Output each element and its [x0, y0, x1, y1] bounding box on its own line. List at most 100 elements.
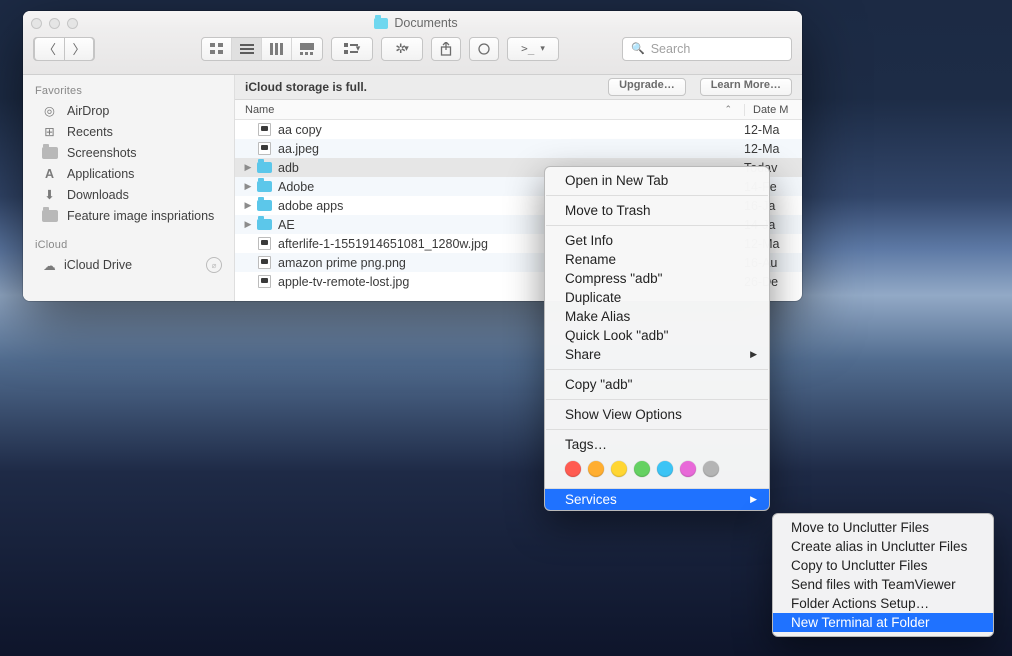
- column-headers: Name ⌃ Date M: [235, 100, 802, 120]
- menu-share[interactable]: Share: [545, 345, 769, 364]
- menu-view-options[interactable]: Show View Options: [545, 405, 769, 424]
- folder-icon: [255, 180, 273, 194]
- menu-services[interactable]: Services: [545, 489, 769, 510]
- file-icon: [255, 237, 273, 251]
- sidebar-item-downloads[interactable]: ⬇ Downloads: [23, 184, 234, 205]
- nav-buttons: 〈 〉: [33, 37, 95, 61]
- sidebar-item-airdrop[interactable]: ◎ AirDrop: [23, 100, 234, 121]
- view-columns-button[interactable]: [262, 38, 292, 60]
- folder-icon: [255, 199, 273, 213]
- view-list-button[interactable]: [232, 38, 262, 60]
- path-button[interactable]: >_▾: [507, 37, 559, 61]
- toolbar: 〈 〉 ▾ ✲▾: [23, 29, 802, 75]
- column-date[interactable]: Date M: [744, 104, 802, 116]
- zoom-icon[interactable]: [67, 18, 78, 29]
- learn-more-button[interactable]: Learn More…: [700, 78, 792, 96]
- table-row[interactable]: aa copy12-Ma: [235, 120, 802, 139]
- context-menu: Open in New Tab Move to Trash Get Info R…: [544, 166, 770, 511]
- applications-icon: A: [41, 166, 58, 181]
- menu-duplicate[interactable]: Duplicate: [545, 288, 769, 307]
- disclosure-icon[interactable]: ▶: [241, 162, 255, 173]
- sidebar: Favorites ◎ AirDrop ⊞ Recents Screenshot…: [23, 75, 235, 301]
- disclosure-icon[interactable]: ▶: [241, 200, 255, 211]
- file-icon: [255, 123, 273, 137]
- sidebar-item-label: Applications: [67, 167, 134, 181]
- forward-button[interactable]: 〉: [64, 37, 94, 61]
- services-item[interactable]: Create alias in Unclutter Files: [773, 537, 993, 556]
- file-name: aa copy: [278, 123, 744, 137]
- cloud-icon: ☁: [41, 258, 58, 273]
- sidebar-item-feature-images[interactable]: Feature image inspriations: [23, 205, 234, 226]
- file-icon: [255, 256, 273, 270]
- recents-icon: ⊞: [41, 124, 58, 139]
- tags-button[interactable]: [469, 37, 499, 61]
- column-name[interactable]: Name ⌃: [245, 104, 744, 116]
- storage-gauge-icon: ⌀: [206, 257, 222, 273]
- sidebar-item-label: Downloads: [67, 188, 129, 202]
- menu-make-alias[interactable]: Make Alias: [545, 307, 769, 326]
- close-icon[interactable]: [31, 18, 42, 29]
- search-placeholder: Search: [651, 42, 691, 56]
- disclosure-icon[interactable]: ▶: [241, 219, 255, 230]
- arrange-button[interactable]: ▾: [331, 37, 373, 61]
- sidebar-item-recents[interactable]: ⊞ Recents: [23, 121, 234, 142]
- folder-icon: [374, 18, 388, 29]
- tag-color[interactable]: [634, 461, 650, 477]
- tag-icon: [478, 43, 490, 55]
- file-icon: [255, 142, 273, 156]
- sort-asc-icon: ⌃: [724, 104, 732, 115]
- notice-text: iCloud storage is full.: [245, 80, 367, 94]
- table-row[interactable]: aa.jpeg12-Ma: [235, 139, 802, 158]
- tag-color[interactable]: [565, 461, 581, 477]
- menu-rename[interactable]: Rename: [545, 250, 769, 269]
- tag-color[interactable]: [703, 461, 719, 477]
- tag-color-row: [545, 454, 769, 488]
- file-icon: [255, 275, 273, 289]
- sidebar-section-favorites: Favorites: [23, 81, 234, 100]
- share-button[interactable]: [431, 37, 461, 61]
- menu-tags[interactable]: Tags…: [545, 435, 769, 454]
- action-button[interactable]: ✲▾: [381, 37, 423, 61]
- menu-copy[interactable]: Copy "adb": [545, 375, 769, 394]
- window-title-text: Documents: [394, 16, 457, 30]
- folder-icon: [41, 208, 58, 223]
- sidebar-item-label: Feature image inspriations: [67, 209, 214, 223]
- menu-quick-look[interactable]: Quick Look "adb": [545, 326, 769, 345]
- services-item[interactable]: Copy to Unclutter Files: [773, 556, 993, 575]
- sidebar-item-label: iCloud Drive: [64, 258, 132, 272]
- minimize-icon[interactable]: [49, 18, 60, 29]
- gallery-icon: [300, 43, 314, 55]
- view-icons-button[interactable]: [202, 38, 232, 60]
- tag-color[interactable]: [657, 461, 673, 477]
- sidebar-item-applications[interactable]: A Applications: [23, 163, 234, 184]
- icloud-full-notice: iCloud storage is full. Upgrade… Learn M…: [235, 75, 802, 100]
- view-gallery-button[interactable]: [292, 38, 322, 60]
- window-title: Documents: [78, 16, 754, 30]
- titlebar[interactable]: Documents: [23, 11, 802, 29]
- search-input[interactable]: 🔍 Search: [622, 37, 792, 61]
- back-button[interactable]: 〈: [34, 37, 64, 61]
- disclosure-icon[interactable]: ▶: [241, 181, 255, 192]
- folder-icon: [255, 218, 273, 232]
- airdrop-icon: ◎: [41, 103, 58, 118]
- sidebar-item-label: AirDrop: [67, 104, 109, 118]
- services-item[interactable]: Folder Actions Setup…: [773, 594, 993, 613]
- tag-color[interactable]: [611, 461, 627, 477]
- tag-color[interactable]: [680, 461, 696, 477]
- services-item[interactable]: New Terminal at Folder: [773, 613, 993, 632]
- menu-open-new-tab[interactable]: Open in New Tab: [545, 171, 769, 190]
- services-item[interactable]: Send files with TeamViewer: [773, 575, 993, 594]
- sidebar-item-screenshots[interactable]: Screenshots: [23, 142, 234, 163]
- menu-move-to-trash[interactable]: Move to Trash: [545, 201, 769, 220]
- sidebar-item-icloud-drive[interactable]: ☁ iCloud Drive ⌀: [23, 254, 234, 276]
- menu-get-info[interactable]: Get Info: [545, 231, 769, 250]
- tag-color[interactable]: [588, 461, 604, 477]
- list-icon: [240, 43, 254, 55]
- upgrade-button[interactable]: Upgrade…: [608, 78, 686, 96]
- services-item[interactable]: Move to Unclutter Files: [773, 518, 993, 537]
- downloads-icon: ⬇: [41, 187, 58, 202]
- file-date: 12-Ma: [744, 123, 802, 137]
- menu-compress[interactable]: Compress "adb": [545, 269, 769, 288]
- sidebar-section-icloud: iCloud: [23, 235, 234, 254]
- file-name: aa.jpeg: [278, 142, 744, 156]
